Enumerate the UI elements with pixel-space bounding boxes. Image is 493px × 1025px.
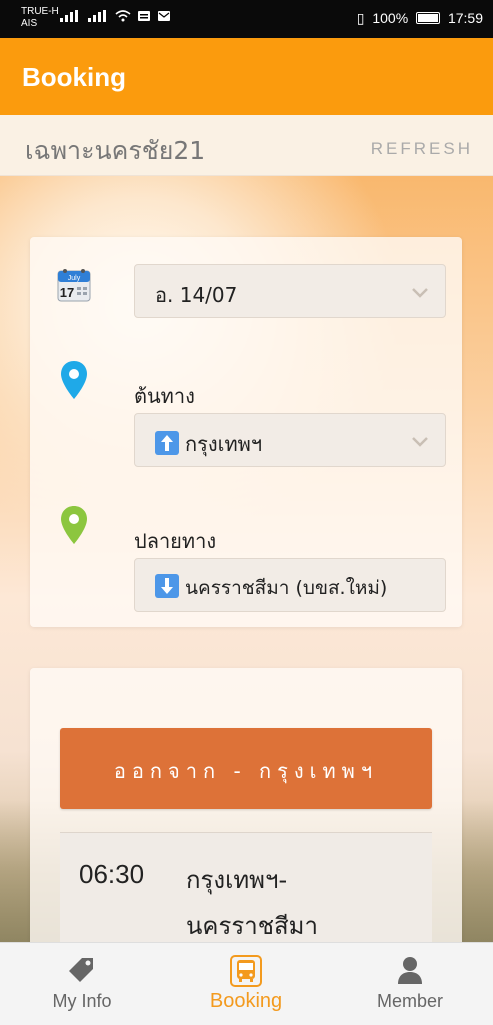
clock: 17:59 [447, 10, 483, 26]
arrow-up-icon [155, 431, 179, 455]
departure-header-button[interactable]: ออกจาก - กรุงเทพฯ [60, 728, 432, 809]
trip-route: กรุงเทพฯ-นครราชสีมา [186, 866, 318, 940]
date-value: อ. 14/07 [155, 283, 238, 307]
nav-member-label: Member [376, 991, 443, 1011]
carrier-line2: AIS [21, 18, 38, 29]
wifi-icon [115, 10, 131, 22]
refresh-button[interactable]: REFRESH [371, 139, 473, 159]
bus-icon [230, 955, 262, 987]
chevron-down-icon [412, 437, 428, 447]
message-icon [137, 11, 150, 21]
battery-icon [416, 12, 441, 24]
origin-select[interactable]: กรุงเทพฯ [134, 413, 446, 467]
mail-icon [157, 11, 170, 21]
page-title: Booking [22, 62, 126, 92]
svg-text:July: July [68, 275, 81, 282]
nav-member[interactable]: Member [328, 943, 492, 1025]
destination-value: นครราชสีมา (บขส.ใหม่) [185, 577, 388, 599]
signal-icons [60, 10, 171, 25]
svg-text:17: 17 [60, 285, 74, 300]
carrier-line1: TRUE-H [21, 6, 59, 17]
origin-pin-icon [61, 361, 87, 399]
origin-label: ต้นทาง [134, 384, 195, 408]
nav-booking-label: Booking [209, 990, 283, 1012]
arrow-down-icon [155, 574, 179, 598]
origin-value: กรุงเทพฯ [185, 432, 263, 456]
chevron-down-icon [412, 288, 428, 298]
tag-icon [69, 958, 93, 982]
carrier-label: TRUE-H AIS [21, 6, 59, 30]
status-bar: TRUE-H AIS ▯ 100% 17:59 [0, 0, 493, 38]
sub-header: เฉพาะนครชัย21 REFRESH [0, 115, 493, 176]
signal-icon [60, 10, 78, 22]
nav-my-info-label: My Info [52, 991, 112, 1011]
person-icon [398, 957, 422, 984]
route-filter-title: เฉพาะนครชัย21 [25, 136, 206, 165]
destination-value-wrap: นครราชสีมา (บขส.ใหม่) [155, 573, 387, 603]
departure-header-label: ออกจาก - กรุงเทพฯ [113, 759, 379, 783]
origin-value-wrap: กรุงเทพฯ [155, 428, 262, 460]
trip-time: 06:30 [79, 859, 145, 889]
destination-label: ปลายทาง [134, 529, 217, 553]
nav-booking[interactable]: Booking [164, 943, 328, 1025]
battery-percent: 100% [372, 10, 409, 26]
signal-icon-2 [87, 10, 106, 22]
vibrate-icon: ▯ [356, 10, 365, 26]
status-right: ▯ 100% 17:59 [353, 10, 483, 27]
bottom-nav: My Info Booking Member [0, 942, 493, 1025]
destination-select[interactable]: นครราชสีมา (บขส.ใหม่) [134, 558, 446, 612]
destination-pin-icon [61, 506, 87, 544]
calendar-icon: July 17 [57, 269, 91, 302]
date-select[interactable]: อ. 14/07 [134, 264, 446, 318]
trip-row[interactable]: 06:30 กรุงเทพฯ-นครราชสีมา [60, 832, 432, 943]
nav-my-info[interactable]: My Info [0, 943, 164, 1025]
app-bar: Booking [0, 38, 493, 115]
